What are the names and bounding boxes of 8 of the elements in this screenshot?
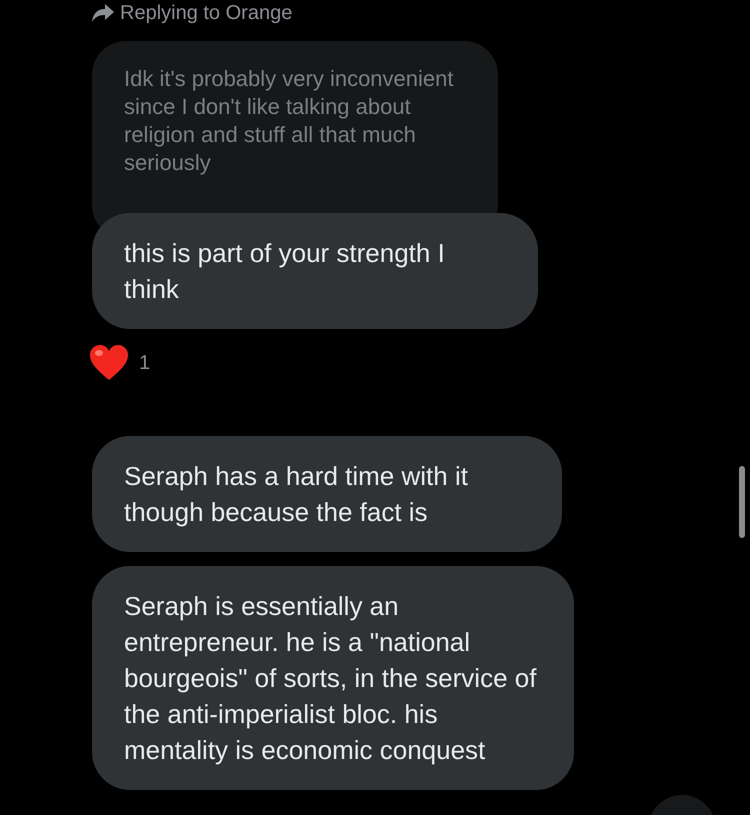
reaction-count: 1	[139, 352, 150, 374]
replying-to-label: Replying to Orange	[120, 2, 292, 24]
scrollbar[interactable]	[739, 466, 745, 538]
message-bubble: Seraph has a hard time with it though because the fact is	[92, 436, 562, 552]
message-bubble: Seraph is essentially an entrepreneur. he is a "national bourgeois" of sorts, in the service of the anti-imperialist bloc. his mentality is economic conquest	[92, 566, 574, 790]
reply-arrow-icon	[92, 3, 114, 23]
message-bubble: this is part of your strength I think	[92, 213, 538, 329]
heart-icon[interactable]	[89, 345, 129, 381]
